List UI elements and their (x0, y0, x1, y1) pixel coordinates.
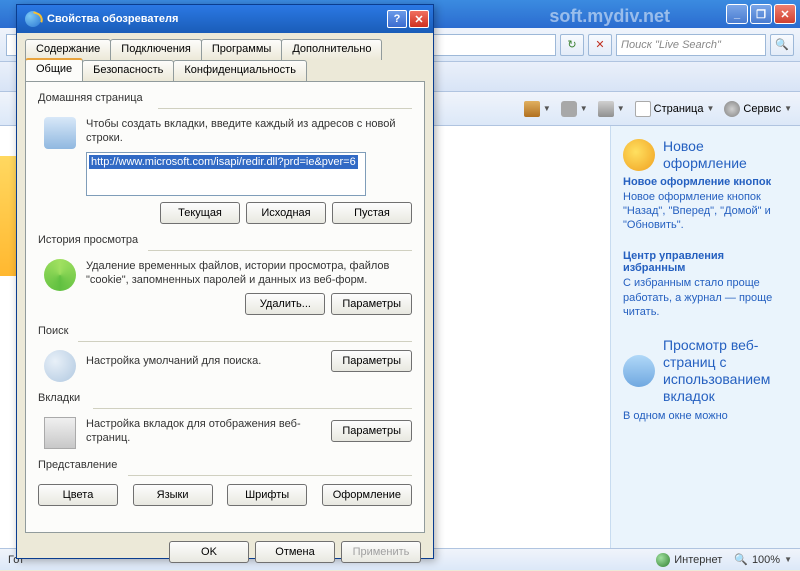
tabs-icon (623, 355, 655, 387)
group-title: Вкладки (38, 392, 412, 404)
fonts-button[interactable]: Шрифты (227, 484, 307, 506)
sidebar-title: Просмотр веб-страниц с использованием вк… (663, 337, 788, 404)
group-appearance: Представление Цвета Языки Шрифты Оформле… (38, 459, 412, 506)
accessibility-button[interactable]: Оформление (322, 484, 412, 506)
tab-programs[interactable]: Программы (201, 39, 282, 60)
home-icon (524, 101, 540, 117)
dialog-tabs-row1: Содержание Подключения Программы Дополни… (25, 39, 425, 60)
group-homepage: Домашняя страница Чтобы создать вкладки,… (38, 92, 412, 224)
search-icon (44, 350, 76, 382)
languages-button[interactable]: Языки (133, 484, 213, 506)
status-zoom[interactable]: 🔍100%▼ (734, 553, 792, 566)
ie-icon (25, 11, 41, 27)
tab-privacy[interactable]: Конфиденциальность (173, 60, 307, 81)
tab-panel-general: Домашняя страница Чтобы создать вкладки,… (25, 81, 425, 533)
group-history: История просмотра Удаление временных фай… (38, 234, 412, 316)
dialog-titlebar[interactable]: Свойства обозревателя ? ✕ (17, 5, 433, 33)
sidebar-bold: Новое оформление кнопок (623, 176, 788, 188)
search-text: Настройка умолчаний для поиска. (86, 354, 321, 368)
use-default-button[interactable]: Исходная (246, 202, 326, 224)
delete-history-button[interactable]: Удалить... (245, 293, 325, 315)
apply-button[interactable]: Применить (341, 541, 421, 563)
sidebar-desc: С избранным стало проще работать, а журн… (623, 276, 788, 319)
search-input[interactable]: Поиск "Live Search" (616, 34, 766, 56)
tabs-icon (44, 417, 76, 449)
page-menu[interactable]: Страница▼ (635, 101, 715, 117)
colors-button[interactable]: Цвета (38, 484, 118, 506)
ok-button[interactable]: OK (169, 541, 249, 563)
home-icon (44, 117, 76, 149)
dialog-title: Свойства обозревателя (47, 13, 387, 25)
cancel-button[interactable]: Отмена (255, 541, 335, 563)
stop-button[interactable]: ✕ (588, 34, 612, 56)
star-icon (623, 139, 655, 171)
tab-advanced[interactable]: Дополнительно (281, 39, 382, 60)
sidebar-desc: В одном окне можно (623, 409, 788, 423)
history-icon (44, 259, 76, 291)
gear-icon (724, 101, 740, 117)
page-icon (635, 101, 651, 117)
print-icon (598, 101, 614, 117)
tab-connections[interactable]: Подключения (110, 39, 202, 60)
maximize-button[interactable]: ❐ (750, 4, 772, 24)
use-current-button[interactable]: Текущая (160, 202, 240, 224)
sidebar-card: Просмотр веб-страниц с использованием вк… (623, 337, 788, 422)
homepage-url-value: http://www.microsoft.com/isapi/redir.dll… (89, 155, 358, 169)
sidebar-desc: Новое оформление кнопок "Назад", "Вперед… (623, 190, 788, 233)
dialog-help-button[interactable]: ? (387, 10, 407, 28)
dialog-close-button[interactable]: ✕ (409, 10, 429, 28)
use-blank-button[interactable]: Пустая (332, 202, 412, 224)
sidebar-bold: Центр управления избранным (623, 250, 788, 274)
homepage-url-input[interactable]: http://www.microsoft.com/isapi/redir.dll… (86, 152, 366, 196)
tab-general[interactable]: Общие (25, 58, 83, 81)
tabs-text: Настройка вкладок для отображения веб-ст… (86, 417, 321, 446)
history-text: Удаление временных файлов, истории просм… (86, 259, 412, 288)
refresh-button[interactable]: ↻ (560, 34, 584, 56)
history-settings-button[interactable]: Параметры (331, 293, 412, 315)
group-title: Поиск (38, 325, 412, 337)
group-title: Домашняя страница (38, 92, 412, 104)
print-menu[interactable]: ▼ (598, 101, 625, 117)
rss-icon (561, 101, 577, 117)
group-title: История просмотра (38, 234, 412, 246)
search-settings-button[interactable]: Параметры (331, 350, 412, 372)
watermark: soft.mydiv.net (549, 6, 670, 27)
dialog-tabs-row2: Общие Безопасность Конфиденциальность (25, 60, 425, 81)
group-title: Представление (38, 459, 412, 471)
sidebar-card: Центр управления избранным С избранным с… (623, 250, 788, 319)
sidebar-card: Новое оформление Новое оформление кнопок… (623, 138, 788, 232)
group-search: Поиск Настройка умолчаний для поиска. Па… (38, 325, 412, 382)
homepage-text: Чтобы создать вкладки, введите каждый из… (86, 117, 412, 146)
sidebar: Новое оформление Новое оформление кнопок… (610, 126, 800, 548)
home-menu[interactable]: ▼ (524, 101, 551, 117)
rss-menu[interactable]: ▼ (561, 101, 588, 117)
search-go-button[interactable]: 🔍 (770, 34, 794, 56)
window-close-button[interactable]: ✕ (774, 4, 796, 24)
status-zone: Интернет (656, 553, 722, 567)
tab-security[interactable]: Безопасность (82, 60, 174, 81)
tools-menu[interactable]: Сервис▼ (724, 101, 792, 117)
tab-content[interactable]: Содержание (25, 39, 111, 60)
internet-options-dialog: Свойства обозревателя ? ✕ Содержание Под… (16, 4, 434, 559)
sidebar-title: Новое оформление (663, 138, 788, 172)
dialog-footer: OK Отмена Применить (17, 533, 433, 571)
group-tabs: Вкладки Настройка вкладок для отображени… (38, 392, 412, 449)
minimize-button[interactable]: _ (726, 4, 748, 24)
globe-icon (656, 553, 670, 567)
tabs-settings-button[interactable]: Параметры (331, 420, 412, 442)
